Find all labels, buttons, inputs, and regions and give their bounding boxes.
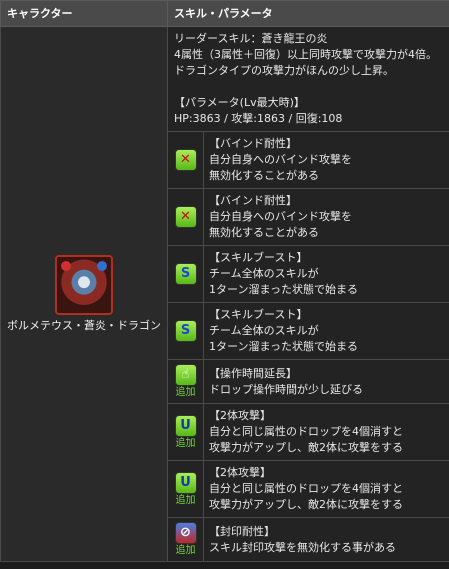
awakening-text-cell: 【スキルブースト】 チーム全体のスキルが 1ターン溜まった状態で始まる [202,245,449,303]
added-awakening-label: 追加 [175,494,196,506]
awakening-description: 自分と同じ属性のドロップを4個消すと [209,425,403,438]
fire-attribute-icon [61,260,71,271]
awakening-text-cell: 【操作時間延長】ドロップ操作時間が少し延びる [202,359,449,404]
seal-resist-icon: ⊘ [174,522,197,544]
leader-skill-title: リーダースキル：蒼き龍王の炎 [174,32,328,45]
awakening-icon-cell: S [167,302,204,360]
awakening-icon-cell: S [167,245,204,303]
header-skill: スキル・パラメータ [166,0,449,27]
awakening-description: スキル封印攻撃を無効化する事がある [209,540,396,554]
awakening-description: 自分自身へのバインド攻撃を [209,153,352,166]
skill-boost-icon: S [174,263,197,285]
awakening-description: ドロップ操作時間が少し延びる [209,382,363,396]
awakening-description: チーム全体のスキルが [209,324,319,337]
header-character: キャラクター [0,0,168,27]
leader-skill-line2: ドラゴンタイプの攻撃力がほんの少し上昇。 [174,64,394,77]
awakening-icon-cell: U 追加 [167,403,204,461]
added-awakening-label: 追加 [175,545,196,556]
awakening-text-cell: 【封印耐性】スキル封印攻撃を無効化する事がある [202,517,449,562]
awakening-title: 【2体攻撃】 [209,466,271,479]
awakening-title: 【バインド耐性】 [209,194,297,207]
added-awakening-label: 追加 [175,437,196,449]
awakening-icon-cell: ✕ [167,131,204,189]
param-values: HP:3863 / 攻撃:1863 / 回復:108 [174,112,343,125]
awakening-text-cell: 【2体攻撃】自分と同じ属性のドロップを4個消すと 攻撃力がアップし、敵2体に攻撃を… [202,460,449,518]
awakening-icon-cell: ☝ 追加 [167,359,204,404]
leader-row: ボルメテウス・蒼炎・ドラゴン リーダースキル：蒼き龍王の炎 4属性（3属性＋回復… [0,26,449,562]
awakening-title: 【操作時間延長】 [209,366,297,380]
awakening-text-cell: 【2体攻撃】自分と同じ属性のドロップを4個消すと 攻撃力がアップし、敵2体に攻撃を… [202,403,449,461]
two-pronged-icon: U [174,414,197,437]
bind-resist-icon: ✕ [174,149,197,171]
awakening-description: 攻撃力がアップし、敵2体に攻撃をする [209,441,403,454]
time-extend-icon: ☝ [174,364,197,386]
awakening-text-cell: 【スキルブースト】 チーム全体のスキルが 1ターン溜まった状態で始まる [202,302,449,360]
awakening-title: 【封印耐性】 [209,524,275,538]
awakening-description: 無効化することがある [209,169,319,182]
character-table: キャラクター スキル・パラメータ ボルメテウス・蒼炎・ドラゴン リーダースキル：… [0,0,449,562]
awakening-description: 攻撃力がアップし、敵2体に攻撃をする [209,498,403,511]
awakening-icon-cell: ✕ [167,188,204,246]
awakening-title: 【スキルブースト】 [209,308,308,321]
awakening-title: 【2体攻撃】 [209,409,271,422]
leader-skill-cell: リーダースキル：蒼き龍王の炎 4属性（3属性＋回復）以上同時攻撃で攻撃力が4倍。… [166,26,449,132]
awakening-title: 【スキルブースト】 [209,251,308,264]
skill-boost-icon: S [174,320,197,342]
param-title: 【パラメータ(Lv最大時)】 [174,96,305,109]
awakening-description: チーム全体のスキルが [209,267,319,280]
bind-resist-icon: ✕ [174,206,197,228]
awakening-description: 自分と同じ属性のドロップを4個消すと [209,482,403,495]
awakening-icon-cell: U 追加 [167,460,204,518]
water-attribute-icon [97,260,107,271]
awakening-description: 自分自身へのバインド攻撃を [209,210,352,223]
awakening-description: 1ターン溜まった状態で始まる [209,340,359,353]
two-pronged-icon: U [174,471,197,494]
awakening-icon-cell: ⊘ 追加 [167,517,204,562]
character-thumbnail[interactable] [55,254,113,315]
added-awakening-label: 追加 [175,387,196,398]
table-header-row: キャラクター スキル・パラメータ [0,0,449,27]
character-name[interactable]: ボルメテウス・蒼炎・ドラゴン [3,318,165,334]
awakening-description: 無効化することがある [209,226,319,239]
awakening-text-cell: 【バインド耐性】自分自身へのバインド攻撃を 無効化することがある [202,188,449,246]
leader-skill-line1: 4属性（3属性＋回復）以上同時攻撃で攻撃力が4倍。 [174,48,437,61]
awakening-text-cell: 【バインド耐性】自分自身へのバインド攻撃を 無効化することがある [202,131,449,189]
awakening-title: 【バインド耐性】 [209,137,297,150]
character-cell: ボルメテウス・蒼炎・ドラゴン [0,26,168,562]
awakening-description: 1ターン溜まった状態で始まる [209,283,359,296]
